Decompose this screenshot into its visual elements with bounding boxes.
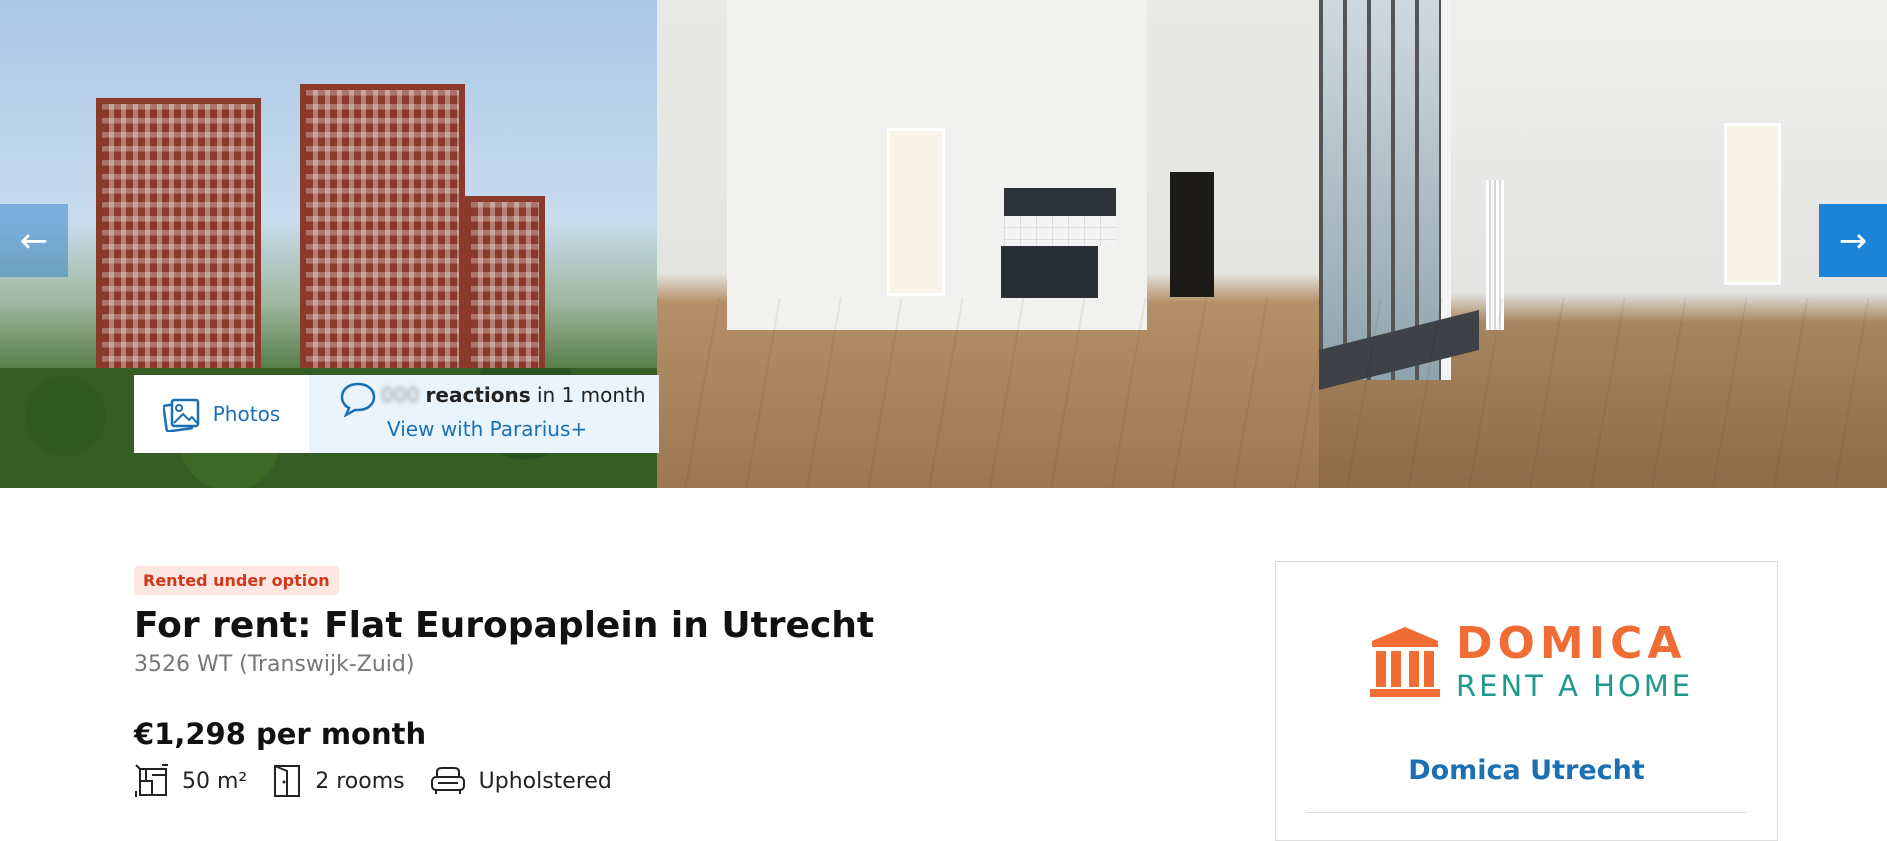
kitchen-lower-cabinets xyxy=(1001,246,1098,298)
gallery-prev-button[interactable]: ← xyxy=(0,204,68,277)
status-badge: Rented under option xyxy=(134,566,339,595)
feature-furnishing: Upholstered xyxy=(429,764,612,798)
pararius-plus-link[interactable]: View with Pararius+ xyxy=(339,417,659,441)
door-icon xyxy=(274,765,301,797)
agent-logo-tagline: RENT A HOME xyxy=(1456,669,1694,703)
listing-features: 50 m² 2 rooms Upholstered xyxy=(134,763,1034,799)
reactions-summary: 000 reactions in 1 month xyxy=(339,383,659,407)
kitchen-upper-cabinets xyxy=(1004,188,1116,216)
agent-logo-title: DOMICA xyxy=(1456,618,1687,669)
doorway xyxy=(887,128,945,296)
listing-address: 3526 WT (Transwijk-Zuid) xyxy=(134,652,415,677)
bedroom-floor xyxy=(1319,298,1887,488)
domica-building-icon xyxy=(1370,626,1440,697)
photos-label: Photos xyxy=(212,402,281,426)
arrow-right-icon: → xyxy=(1838,220,1868,261)
reactions-period: in 1 month xyxy=(536,383,646,407)
bedroom-doorway xyxy=(1724,123,1781,285)
feature-rooms-value: 2 rooms xyxy=(315,768,405,794)
reactions-count: 000 xyxy=(381,383,420,407)
listing-price: €1,298 per month xyxy=(134,717,427,751)
sofa-icon xyxy=(430,767,465,794)
feature-area: 50 m² xyxy=(134,763,247,799)
chat-bubble-icon xyxy=(340,382,376,417)
agent-divider xyxy=(1306,812,1747,813)
photos-button[interactable]: Photos xyxy=(134,375,309,453)
kitchen-tiles xyxy=(1004,216,1116,246)
agent-name-link[interactable]: Domica Utrecht xyxy=(1276,755,1777,786)
reactions-panel: 000 reactions in 1 month View with Parar… xyxy=(309,375,659,453)
reactions-label: reactions xyxy=(425,383,531,407)
agent-logo[interactable]: DOMICA RENT A HOME xyxy=(1366,622,1693,701)
building-tower-middle xyxy=(300,84,465,389)
building-tower-right xyxy=(465,196,545,386)
agent-card: DOMICA RENT A HOME Domica Utrecht xyxy=(1275,561,1778,841)
arrow-left-icon: ← xyxy=(19,220,49,261)
hallway xyxy=(1170,172,1214,297)
photos-icon xyxy=(162,398,199,432)
floor-plan-icon xyxy=(135,764,168,797)
feature-area-value: 50 m² xyxy=(182,768,248,794)
photo-gallery: ← → Photos 000 reactions in 1 month View… xyxy=(0,0,1887,488)
gallery-info-bar: Photos 000 reactions in 1 month View wit… xyxy=(134,375,659,453)
feature-furnishing-value: Upholstered xyxy=(478,768,612,794)
gallery-photo-living-room[interactable] xyxy=(657,0,1319,488)
building-tower-left xyxy=(96,98,261,388)
gallery-next-button[interactable]: → xyxy=(1819,204,1887,277)
listing-details: Rented under option For rent: Flat Europ… xyxy=(134,566,1034,799)
feature-rooms: 2 rooms xyxy=(271,763,405,799)
gallery-photo-bedroom[interactable] xyxy=(1319,0,1887,488)
wood-floor xyxy=(657,298,1319,488)
page-title: For rent: Flat Europaplein in Utrecht xyxy=(134,605,875,646)
agent-logo-text: DOMICA RENT A HOME xyxy=(1456,622,1693,701)
